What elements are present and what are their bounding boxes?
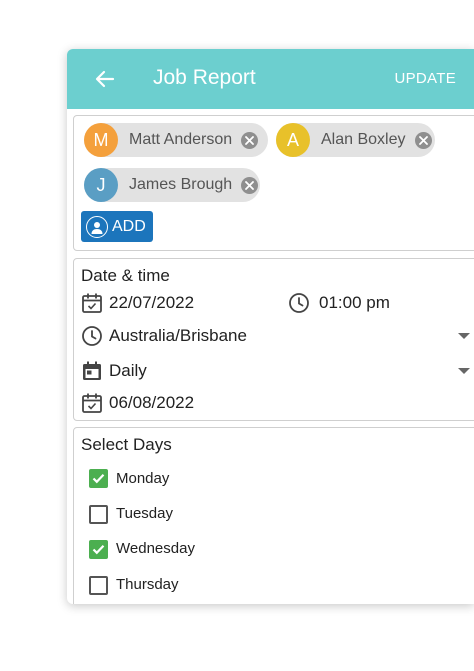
- recurrence-select[interactable]: Daily: [109, 361, 147, 381]
- page-title: Job Report: [153, 66, 256, 89]
- day-label: Tuesday: [116, 505, 173, 522]
- job-report-panel: Job Report UPDATE M Matt Anderson A Alan…: [67, 49, 474, 604]
- remove-assignee-icon[interactable]: [241, 131, 259, 149]
- clock-icon: [82, 326, 102, 346]
- assignee-name: Alan Boxley: [321, 131, 406, 148]
- day-checkbox-tuesday[interactable]: [89, 505, 108, 524]
- end-date-field[interactable]: 06/08/2022: [109, 393, 194, 413]
- avatar: J: [84, 168, 118, 202]
- remove-assignee-icon[interactable]: [241, 176, 259, 194]
- check-icon: [92, 474, 105, 484]
- assignee-name: Matt Anderson: [129, 131, 233, 148]
- add-button-label: ADD: [112, 217, 146, 235]
- start-time-field[interactable]: 01:00 pm: [319, 293, 390, 313]
- start-date-field[interactable]: 22/07/2022: [109, 293, 194, 313]
- add-assignee-button[interactable]: ADD: [81, 211, 153, 242]
- assignee-name: James Brough: [129, 176, 233, 193]
- day-label: Thursday: [116, 576, 179, 593]
- day-checkbox-wednesday[interactable]: [89, 540, 108, 559]
- clock-icon[interactable]: [288, 292, 310, 314]
- day-checkbox-monday[interactable]: [89, 469, 108, 488]
- avatar: M: [84, 123, 118, 157]
- timezone-dropdown-icon[interactable]: [458, 333, 470, 339]
- day-label: Wednesday: [116, 540, 195, 557]
- recurrence-dropdown-icon[interactable]: [458, 368, 470, 374]
- calendar-check-icon[interactable]: [81, 392, 103, 414]
- update-button[interactable]: UPDATE: [394, 70, 456, 87]
- timezone-select[interactable]: Australia/Brisbane: [109, 326, 247, 346]
- user-icon: [86, 215, 108, 238]
- day-checkbox-thursday[interactable]: [89, 576, 108, 595]
- section-title: Date & time: [81, 266, 170, 285]
- calendar-icon: [83, 361, 101, 380]
- assignee-chip[interactable]: J James Brough: [84, 168, 260, 202]
- assignee-chip[interactable]: A Alan Boxley: [276, 123, 435, 157]
- calendar-check-icon[interactable]: [81, 292, 103, 314]
- day-label: Monday: [116, 470, 170, 487]
- section-title: Select Days: [81, 435, 172, 454]
- remove-assignee-icon[interactable]: [414, 131, 432, 149]
- date-time-section: Date & time 22/07/2022 01:00 pm Australi…: [73, 258, 474, 421]
- select-days-section: Select Days Monday Tuesday Wednesday Thu…: [73, 427, 474, 604]
- check-icon: [92, 545, 105, 555]
- assignee-chip[interactable]: M Matt Anderson: [84, 123, 268, 157]
- assignees-section: M Matt Anderson A Alan Boxley J James Br…: [73, 115, 474, 251]
- app-bar: Job Report UPDATE: [67, 49, 474, 109]
- back-arrow-icon[interactable]: [93, 67, 117, 91]
- avatar: A: [276, 123, 310, 157]
